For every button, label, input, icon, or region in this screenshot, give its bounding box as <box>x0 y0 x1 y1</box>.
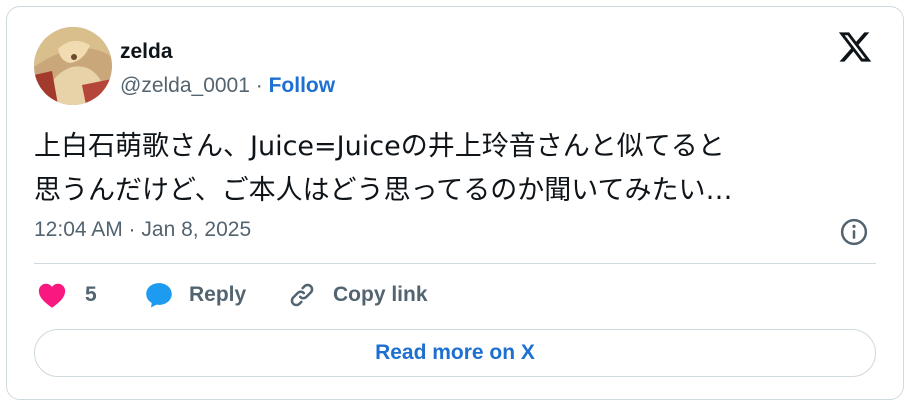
separator-dot: · <box>249 74 269 97</box>
copy-link-button[interactable]: Copy link <box>287 277 428 313</box>
author-handle[interactable]: @zelda_0001 <box>120 74 250 97</box>
like-button[interactable]: 5 <box>37 277 97 313</box>
tweet-text-line: 思うんだけど、ご本人はどう思ってるのか聞いてみたい… <box>34 175 733 206</box>
follow-link[interactable]: Follow <box>269 74 336 97</box>
link-icon <box>290 283 314 307</box>
read-more-label: Read more on X <box>375 341 535 364</box>
reply-button[interactable]: Reply <box>143 277 246 313</box>
heart-icon <box>38 283 66 308</box>
tweet-text: 上白石萌歌さん、Juice=Juiceの井上玲音さんと似てると 思うんだけど、ご… <box>34 125 884 213</box>
info-icon[interactable] <box>839 217 869 247</box>
read-more-button[interactable]: Read more on X <box>34 329 876 377</box>
speech-bubble-icon <box>146 283 172 308</box>
copy-link-label: Copy link <box>333 283 428 306</box>
author-name[interactable]: zelda <box>120 40 173 64</box>
divider <box>34 263 876 264</box>
timestamp[interactable]: 12:04 AM · Jan 8, 2025 <box>34 218 251 242</box>
avatar[interactable] <box>34 27 112 105</box>
reply-label: Reply <box>189 283 247 306</box>
tweet-card: zelda @zelda_0001 · Follow 上白石萌歌さん、Juice… <box>6 6 904 400</box>
x-logo-icon[interactable] <box>837 29 873 65</box>
tweet-text-line: 上白石萌歌さん、Juice=Juiceの井上玲音さんと似てると <box>34 131 725 162</box>
author-handle-row: @zelda_0001 · Follow <box>120 74 335 98</box>
likes-count: 5 <box>85 283 97 306</box>
